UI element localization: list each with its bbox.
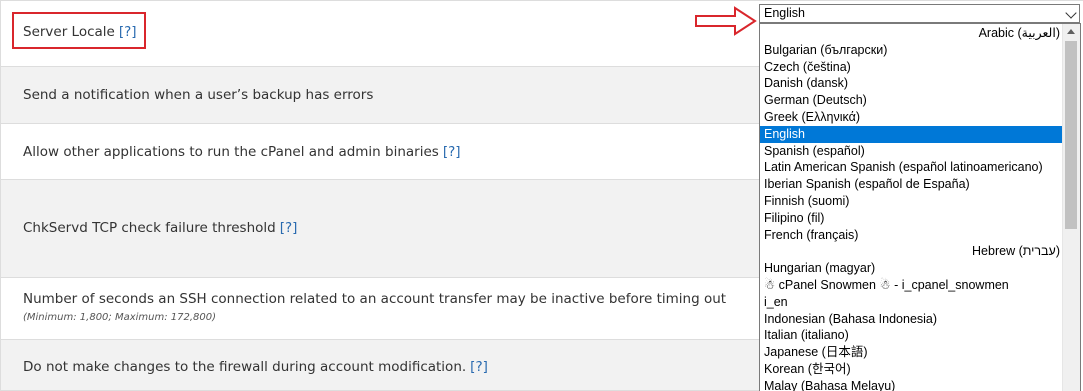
dropdown-scrollbar[interactable] [1062, 24, 1080, 391]
setting-row-chkservd-threshold: ChkServd TCP check failure threshold [?] [0, 180, 760, 278]
locale-option[interactable]: Japanese (日本語) [760, 344, 1064, 361]
setting-label: ChkServd TCP check failure threshold [?] [23, 220, 298, 236]
locale-option[interactable]: Filipino (fil) [760, 210, 1064, 227]
locale-option[interactable]: English [760, 125, 1064, 143]
locale-option[interactable]: Hungarian (magyar) [760, 260, 1064, 277]
locale-option[interactable]: Latin American Spanish (español latinoam… [760, 159, 1064, 176]
locale-option[interactable]: Spanish (español) [760, 143, 1064, 160]
server-locale-select[interactable]: English [759, 4, 1080, 23]
locale-option[interactable]: ☃ cPanel Snowmen ☃ - i_cpanel_snowmen [760, 277, 1064, 294]
scrollbar-thumb[interactable] [1065, 41, 1077, 229]
selected-locale-value: English [764, 6, 805, 20]
setting-row-backup-notification: Send a notification when a user’s backup… [0, 67, 760, 124]
locale-option[interactable]: French (français) [760, 227, 1064, 244]
locale-option[interactable]: German (Deutsch) [760, 92, 1064, 109]
locale-option[interactable]: Bulgarian (български) [760, 42, 1064, 59]
setting-row-server-locale: Server Locale [?] [0, 1, 760, 67]
locale-option[interactable]: Greek (Ελληνικά) [760, 109, 1064, 126]
setting-row-firewall: Do not make changes to the firewall duri… [0, 340, 760, 391]
setting-row-cpanel-binaries: Allow other applications to run the cPan… [0, 124, 760, 180]
locale-option[interactable]: i_en [760, 294, 1064, 311]
locale-option[interactable]: Indonesian (Bahasa Indonesia) [760, 311, 1064, 328]
chevron-down-icon [1065, 7, 1077, 19]
setting-label: Send a notification when a user’s backup… [23, 87, 374, 103]
setting-label: Do not make changes to the firewall duri… [23, 359, 488, 375]
locale-option[interactable]: Italian (italiano) [760, 327, 1064, 344]
locale-option[interactable]: Hebrew (עברית) [760, 243, 1064, 260]
locale-dropdown-list[interactable]: Malay (Bahasa Melayu) Korean (한국어) Japanes… [759, 23, 1081, 391]
help-link[interactable]: [?] [470, 359, 488, 375]
setting-range-hint: (Minimum: 1,800; Maximum: 172,800) [23, 312, 217, 323]
annotation-highlight-box [12, 12, 146, 49]
annotation-arrow-icon [695, 6, 757, 36]
locale-option[interactable]: Finnish (suomi) [760, 193, 1064, 210]
setting-label: Number of seconds an SSH connection rela… [23, 291, 727, 307]
locale-option[interactable]: Czech (čeština) [760, 59, 1064, 76]
locale-option[interactable]: Danish (dansk) [760, 75, 1064, 92]
setting-label: Allow other applications to run the cPan… [23, 144, 461, 160]
locale-option[interactable]: Malay (Bahasa Melayu) [760, 378, 1064, 391]
locale-option[interactable]: Arabic (العربية) [760, 25, 1064, 42]
scroll-up-arrow-icon[interactable] [1067, 29, 1075, 34]
setting-row-ssh-timeout: Number of seconds an SSH connection rela… [0, 278, 760, 340]
locale-option[interactable]: Iberian Spanish (español de España) [760, 176, 1064, 193]
help-link[interactable]: [?] [280, 220, 298, 236]
help-link[interactable]: [?] [443, 144, 461, 160]
locale-option[interactable]: Korean (한국어) [760, 361, 1064, 378]
